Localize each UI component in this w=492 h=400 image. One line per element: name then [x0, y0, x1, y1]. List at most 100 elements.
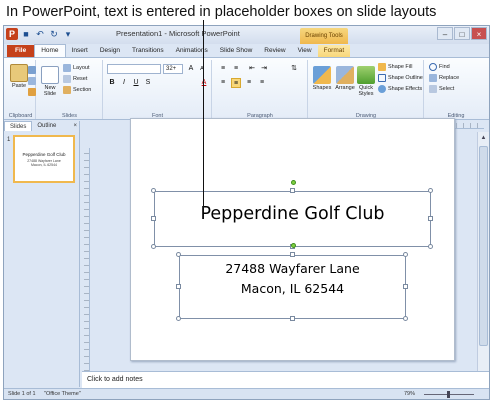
- resize-handle[interactable]: [176, 252, 181, 257]
- tab-design[interactable]: Design: [94, 45, 126, 57]
- shape-outline-button[interactable]: Shape Outline: [378, 74, 423, 82]
- shapes-button[interactable]: Shapes: [311, 66, 333, 91]
- select-icon: [429, 85, 437, 93]
- resize-handle[interactable]: [428, 216, 433, 221]
- group-slides: New Slide Layout Reset Section Slides: [37, 60, 103, 119]
- section-button[interactable]: Section: [63, 86, 91, 94]
- paste-button[interactable]: Paste: [8, 64, 30, 89]
- vertical-ruler: [84, 148, 90, 378]
- resize-handle[interactable]: [290, 252, 295, 257]
- title-bar: P ■ ↶ ↻ ▾ Presentation1 - Microsoft Powe…: [4, 26, 489, 44]
- tab-review[interactable]: Review: [258, 45, 291, 57]
- layout-button[interactable]: Layout: [63, 64, 90, 72]
- strikethrough-button[interactable]: S: [143, 78, 153, 88]
- slide-thumbnail[interactable]: Pepperdine Golf Club 27488 Wayfarer Lane…: [13, 135, 75, 183]
- font-name-combo[interactable]: [107, 64, 161, 74]
- undo-icon[interactable]: ↶: [34, 28, 46, 40]
- resize-handle[interactable]: [403, 252, 408, 257]
- resize-handle[interactable]: [151, 216, 156, 221]
- new-slide-button[interactable]: New Slide: [39, 66, 61, 97]
- redo-icon[interactable]: ↻: [48, 28, 60, 40]
- tab-insert[interactable]: Insert: [66, 45, 94, 57]
- address-line-1[interactable]: 27488 Wayfarer Lane: [180, 261, 405, 276]
- close-icon[interactable]: ×: [471, 27, 487, 40]
- subtitle-placeholder[interactable]: 27488 Wayfarer Lane Macon, IL 62544: [179, 255, 406, 319]
- resize-handle[interactable]: [403, 284, 408, 289]
- bold-button[interactable]: B: [107, 78, 117, 88]
- justify-icon[interactable]: ≡: [257, 78, 267, 88]
- close-pane-icon[interactable]: ×: [73, 121, 80, 131]
- numbering-icon[interactable]: ≡: [231, 64, 241, 74]
- notes-pane[interactable]: Click to add notes: [82, 371, 489, 389]
- shape-fill-button[interactable]: Shape Fill: [378, 63, 412, 71]
- arrange-button[interactable]: Arrange: [334, 66, 356, 91]
- shrink-font-icon[interactable]: A: [197, 64, 207, 74]
- tab-view[interactable]: View: [292, 45, 318, 57]
- text-direction-icon[interactable]: ⇅: [289, 64, 299, 74]
- underline-button[interactable]: U: [131, 78, 141, 88]
- status-zoom-level[interactable]: 79%: [404, 391, 415, 397]
- shapes-icon: [313, 66, 331, 84]
- resize-handle[interactable]: [428, 188, 433, 193]
- resize-handle[interactable]: [428, 244, 433, 249]
- status-theme[interactable]: "Office Theme": [44, 391, 81, 397]
- decrease-indent-icon[interactable]: ⇤: [247, 64, 257, 74]
- zoom-slider-handle[interactable]: [447, 391, 450, 398]
- rotation-handle-subtitle[interactable]: [291, 243, 296, 248]
- customize-qat-icon[interactable]: ▾: [62, 28, 74, 40]
- tab-slides[interactable]: Slides: [4, 121, 33, 131]
- tab-home[interactable]: Home: [34, 44, 66, 57]
- font-color-button[interactable]: A: [199, 78, 209, 88]
- replace-button[interactable]: Replace: [429, 74, 459, 82]
- tab-outline[interactable]: Outline: [32, 121, 61, 131]
- maximize-icon[interactable]: □: [454, 27, 470, 40]
- resize-handle[interactable]: [290, 316, 295, 321]
- save-icon[interactable]: ■: [20, 28, 32, 40]
- callout-leader-line: [203, 20, 204, 209]
- resize-handle[interactable]: [403, 316, 408, 321]
- window-controls: – □ ×: [437, 27, 487, 40]
- align-center-icon[interactable]: ≡: [231, 78, 241, 88]
- slide-title-text[interactable]: Pepperdine Golf Club: [155, 204, 430, 224]
- scrollbar-thumb[interactable]: [479, 146, 488, 346]
- shape-effects-icon: [378, 85, 386, 93]
- rotation-handle-title[interactable]: [291, 180, 296, 185]
- copy-icon[interactable]: [28, 77, 36, 85]
- italic-button[interactable]: I: [119, 78, 129, 88]
- minimize-icon[interactable]: –: [437, 27, 453, 40]
- group-drawing: Shapes Arrange Quick Styles Shape Fill S…: [309, 60, 424, 119]
- select-button[interactable]: Select: [429, 85, 454, 93]
- tab-transitions[interactable]: Transitions: [126, 45, 170, 57]
- group-paragraph: ≡ ≡ ⇤ ⇥ ≡ ≡ ≡ ≡ ⇅ Paragraph: [213, 60, 308, 119]
- powerpoint-logo-icon[interactable]: P: [6, 28, 18, 40]
- bullets-icon[interactable]: ≡: [218, 64, 228, 74]
- resize-handle[interactable]: [176, 284, 181, 289]
- resize-handle[interactable]: [151, 188, 156, 193]
- resize-handle[interactable]: [151, 244, 156, 249]
- contextual-tab-drawing-tools: Drawing Tools: [300, 28, 348, 44]
- address-line-2[interactable]: Macon, IL 62544: [180, 281, 405, 296]
- shape-effects-button[interactable]: Shape Effects: [378, 85, 422, 93]
- quick-styles-button[interactable]: Quick Styles: [355, 66, 377, 97]
- scroll-up-icon[interactable]: ▲: [479, 134, 488, 143]
- grow-font-icon[interactable]: A: [186, 64, 196, 74]
- tab-file[interactable]: File: [7, 45, 35, 57]
- tab-animations[interactable]: Animations: [170, 45, 214, 57]
- cut-icon[interactable]: [28, 66, 36, 74]
- resize-handle[interactable]: [176, 316, 181, 321]
- increase-indent-icon[interactable]: ⇥: [259, 64, 269, 74]
- group-clipboard: Paste Clipboard: [6, 60, 36, 119]
- format-painter-icon[interactable]: [28, 88, 36, 96]
- align-left-icon[interactable]: ≡: [218, 78, 228, 88]
- vertical-scrollbar[interactable]: ▲ ▼: [477, 132, 489, 385]
- reset-button[interactable]: Reset: [63, 75, 87, 83]
- font-size-combo[interactable]: 32+: [163, 64, 183, 74]
- find-button[interactable]: Find: [429, 63, 450, 71]
- title-placeholder[interactable]: Pepperdine Golf Club: [154, 191, 431, 247]
- resize-handle[interactable]: [290, 188, 295, 193]
- align-right-icon[interactable]: ≡: [244, 78, 254, 88]
- slide-canvas[interactable]: Pepperdine Golf Club 27488 Wayfarer Lane…: [130, 118, 455, 361]
- tab-format[interactable]: Format: [317, 45, 351, 57]
- tab-slide-show[interactable]: Slide Show: [214, 45, 259, 57]
- quick-styles-icon: [357, 66, 375, 84]
